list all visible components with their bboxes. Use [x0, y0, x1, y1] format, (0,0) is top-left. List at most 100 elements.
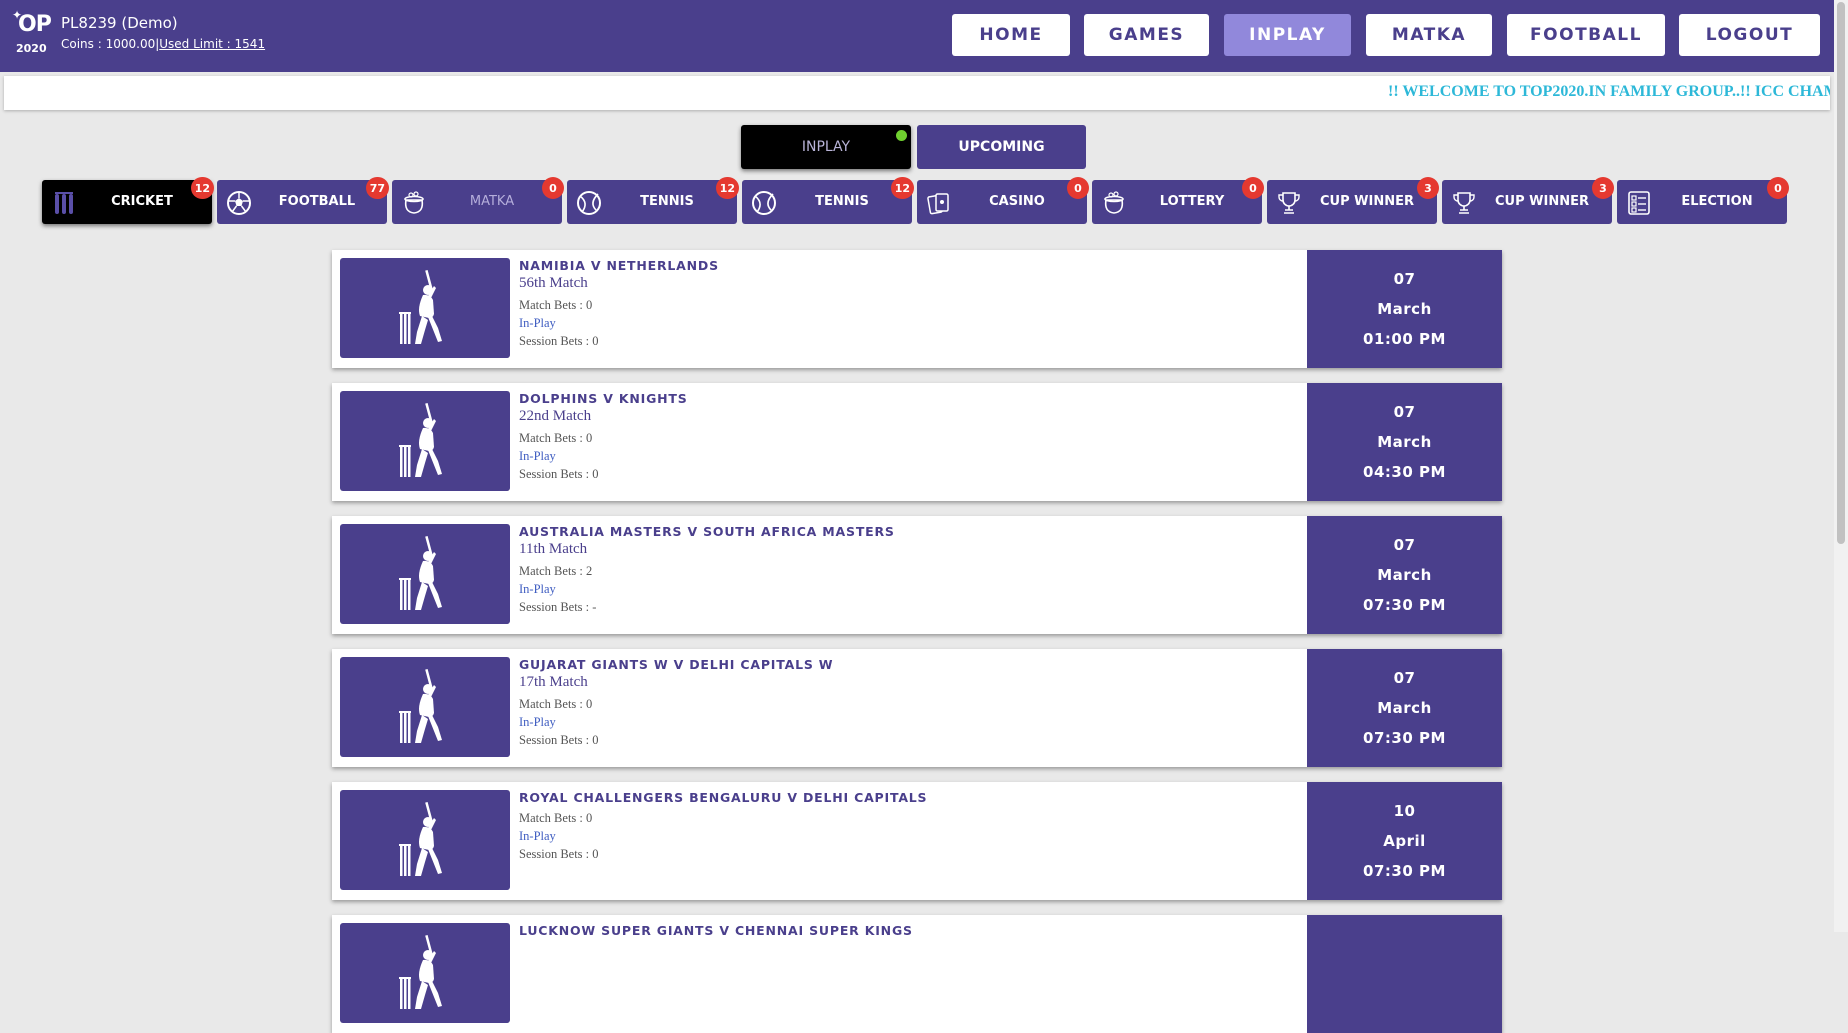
- sport-count-badge: 12: [715, 177, 739, 199]
- sport-tab-cup-winner[interactable]: CUP WINNER 3: [1267, 177, 1439, 224]
- match-teams[interactable]: ROYAL CHALLENGERS BENGALURU V DELHI CAPI…: [519, 790, 927, 805]
- match-card[interactable]: AUSTRALIA MASTERS V SOUTH AFRICA MASTERS…: [332, 516, 1502, 634]
- sport-tab-cricket[interactable]: CRICKET 12: [42, 177, 214, 224]
- username: PL8239 (Demo): [61, 14, 178, 32]
- match-thumbnail: [340, 923, 510, 1023]
- match-card[interactable]: NAMIBIA V NETHERLANDS 56th Match Match B…: [332, 250, 1502, 368]
- pot-icon: [404, 191, 424, 214]
- nav-games-button[interactable]: GAMES: [1084, 14, 1209, 56]
- tab-inplay-label: INPLAY: [801, 139, 851, 155]
- match-card[interactable]: GUJARAT GIANTS W V DELHI CAPITALS W 17th…: [332, 649, 1502, 767]
- session-bets-count: Session Bets : 0: [519, 847, 599, 861]
- match-day: 07: [1393, 270, 1416, 288]
- match-month: March: [1377, 566, 1432, 584]
- match-day: 07: [1393, 536, 1416, 554]
- sport-tab-cup-winner-2[interactable]: CUP WINNER 3: [1442, 177, 1614, 224]
- match-teams[interactable]: NAMIBIA V NETHERLANDS: [519, 258, 719, 273]
- sport-tab-election[interactable]: ELECTION 0: [1617, 177, 1789, 224]
- user-info: PL8239 (Demo) Coins : 1000.00|Used Limit…: [61, 14, 265, 51]
- tennis-ball-icon: [577, 191, 601, 215]
- sport-tab-football[interactable]: FOOTBALL 77: [217, 177, 389, 224]
- sport-count-badge: 3: [1417, 177, 1439, 199]
- match-day: 07: [1393, 403, 1416, 421]
- sport-count-badge: 12: [190, 177, 214, 199]
- scrollbar-thumb[interactable]: [1837, 2, 1845, 544]
- match-card[interactable]: ROYAL CHALLENGERS BENGALURU V DELHI CAPI…: [332, 782, 1502, 900]
- football-icon: [227, 191, 251, 215]
- tab-inplay[interactable]: INPLAY: [741, 125, 911, 169]
- sport-count-badge: 0: [1767, 177, 1789, 199]
- match-date-box: 07 March 04:30 PM: [1307, 383, 1502, 501]
- sport-tab-label: FOOTBALL: [278, 194, 356, 209]
- match-card[interactable]: LUCKNOW SUPER GIANTS V CHENNAI SUPER KIN…: [332, 915, 1502, 1033]
- match-teams[interactable]: GUJARAT GIANTS W V DELHI CAPITALS W: [519, 657, 833, 672]
- match-bets-count: Match Bets : 0: [519, 298, 593, 312]
- live-indicator-icon: [896, 130, 907, 141]
- page-scrollbar[interactable]: [1834, 0, 1848, 932]
- sport-tab-label: MATKA: [469, 194, 515, 209]
- top-navbar: ✦ OP 2020 PL8239 (Demo) Coins : 1000.00|…: [0, 0, 1834, 72]
- nav-home-button[interactable]: HOME: [952, 14, 1070, 56]
- session-bets-count: Session Bets : -: [519, 600, 597, 614]
- match-status: In-Play: [519, 582, 556, 596]
- match-time: 01:00 PM: [1363, 330, 1446, 348]
- coins-balance: Coins : 1000.00: [61, 37, 156, 51]
- sport-tab-label: TENNIS: [815, 194, 869, 209]
- match-bets-count: Match Bets : 2: [519, 564, 593, 578]
- sport-tab-matka[interactable]: MATKA 0: [392, 177, 564, 224]
- match-thumbnail: [340, 391, 510, 491]
- sport-tab-label: LOTTERY: [1159, 194, 1225, 209]
- sport-tab-tennis[interactable]: TENNIS 12: [567, 177, 739, 224]
- match-date-box: 07 March 01:00 PM: [1307, 250, 1502, 368]
- sport-tab-tennis-2[interactable]: TENNIS 12: [742, 177, 914, 224]
- cricket-batsman-icon: [399, 935, 442, 1009]
- match-status: In-Play: [519, 449, 556, 463]
- coins-info: Coins : 1000.00|Used Limit : 1541: [61, 37, 266, 51]
- nav-matka-button[interactable]: MATKA: [1366, 14, 1492, 56]
- trophy-icon: [1453, 192, 1475, 214]
- match-time: 07:30 PM: [1363, 862, 1446, 880]
- match-time: 07:30 PM: [1363, 729, 1446, 747]
- match-month: April: [1383, 832, 1426, 850]
- nav-logout-button[interactable]: LOGOUT: [1679, 14, 1820, 56]
- match-teams[interactable]: AUSTRALIA MASTERS V SOUTH AFRICA MASTERS: [519, 524, 895, 539]
- match-number: 11th Match: [519, 541, 588, 557]
- match-time: 04:30 PM: [1363, 463, 1446, 481]
- pot-icon: [1104, 191, 1124, 214]
- tab-upcoming-label: UPCOMING: [958, 139, 1045, 155]
- sport-tab-casino[interactable]: CASINO 0: [917, 177, 1089, 224]
- match-info: AUSTRALIA MASTERS V SOUTH AFRICA MASTERS…: [519, 524, 895, 615]
- match-date-box: 10 April 07:30 PM: [1307, 782, 1502, 900]
- cricket-batsman-icon: [399, 270, 442, 344]
- announcement-marquee: !! WELCOME TO TOP2020.IN FAMILY GROUP..!…: [4, 76, 1830, 110]
- nav-football-button[interactable]: FOOTBALL: [1507, 14, 1665, 56]
- logo-text: OP: [18, 12, 52, 37]
- match-info: LUCKNOW SUPER GIANTS V CHENNAI SUPER KIN…: [519, 923, 913, 944]
- cricket-batsman-icon: [399, 802, 442, 876]
- cricket-batsman-icon: [399, 669, 442, 743]
- site-logo[interactable]: ✦ OP 2020: [12, 8, 52, 60]
- match-bets-count: Match Bets : 0: [519, 697, 593, 711]
- match-info: NAMIBIA V NETHERLANDS 56th Match Match B…: [519, 258, 719, 349]
- match-bets-count: Match Bets : 0: [519, 811, 593, 825]
- match-teams[interactable]: LUCKNOW SUPER GIANTS V CHENNAI SUPER KIN…: [519, 923, 913, 938]
- match-card[interactable]: DOLPHINS V KNIGHTS 22nd Match Match Bets…: [332, 383, 1502, 501]
- cricket-batsman-icon: [399, 536, 442, 610]
- checklist-icon: [1628, 191, 1650, 215]
- sport-count-badge: 0: [542, 177, 564, 199]
- match-month: March: [1377, 433, 1432, 451]
- nav-inplay-button[interactable]: INPLAY: [1224, 14, 1351, 56]
- match-number: 22nd Match: [519, 408, 592, 424]
- sport-count-badge: 0: [1242, 177, 1264, 199]
- sport-tab-lottery[interactable]: LOTTERY 0: [1092, 177, 1264, 224]
- match-bets-count: Match Bets : 0: [519, 431, 593, 445]
- match-teams[interactable]: DOLPHINS V KNIGHTS: [519, 391, 688, 406]
- match-day: 07: [1393, 669, 1416, 687]
- match-number: 17th Match: [519, 674, 588, 690]
- match-month: March: [1377, 699, 1432, 717]
- used-limit-link[interactable]: Used Limit : 1541: [159, 37, 265, 51]
- announcement-text: !! WELCOME TO TOP2020.IN FAMILY GROUP..!…: [1388, 83, 1830, 100]
- tab-upcoming[interactable]: UPCOMING: [917, 125, 1086, 169]
- match-status: In-Play: [519, 715, 556, 729]
- match-date-box: [1307, 915, 1502, 1033]
